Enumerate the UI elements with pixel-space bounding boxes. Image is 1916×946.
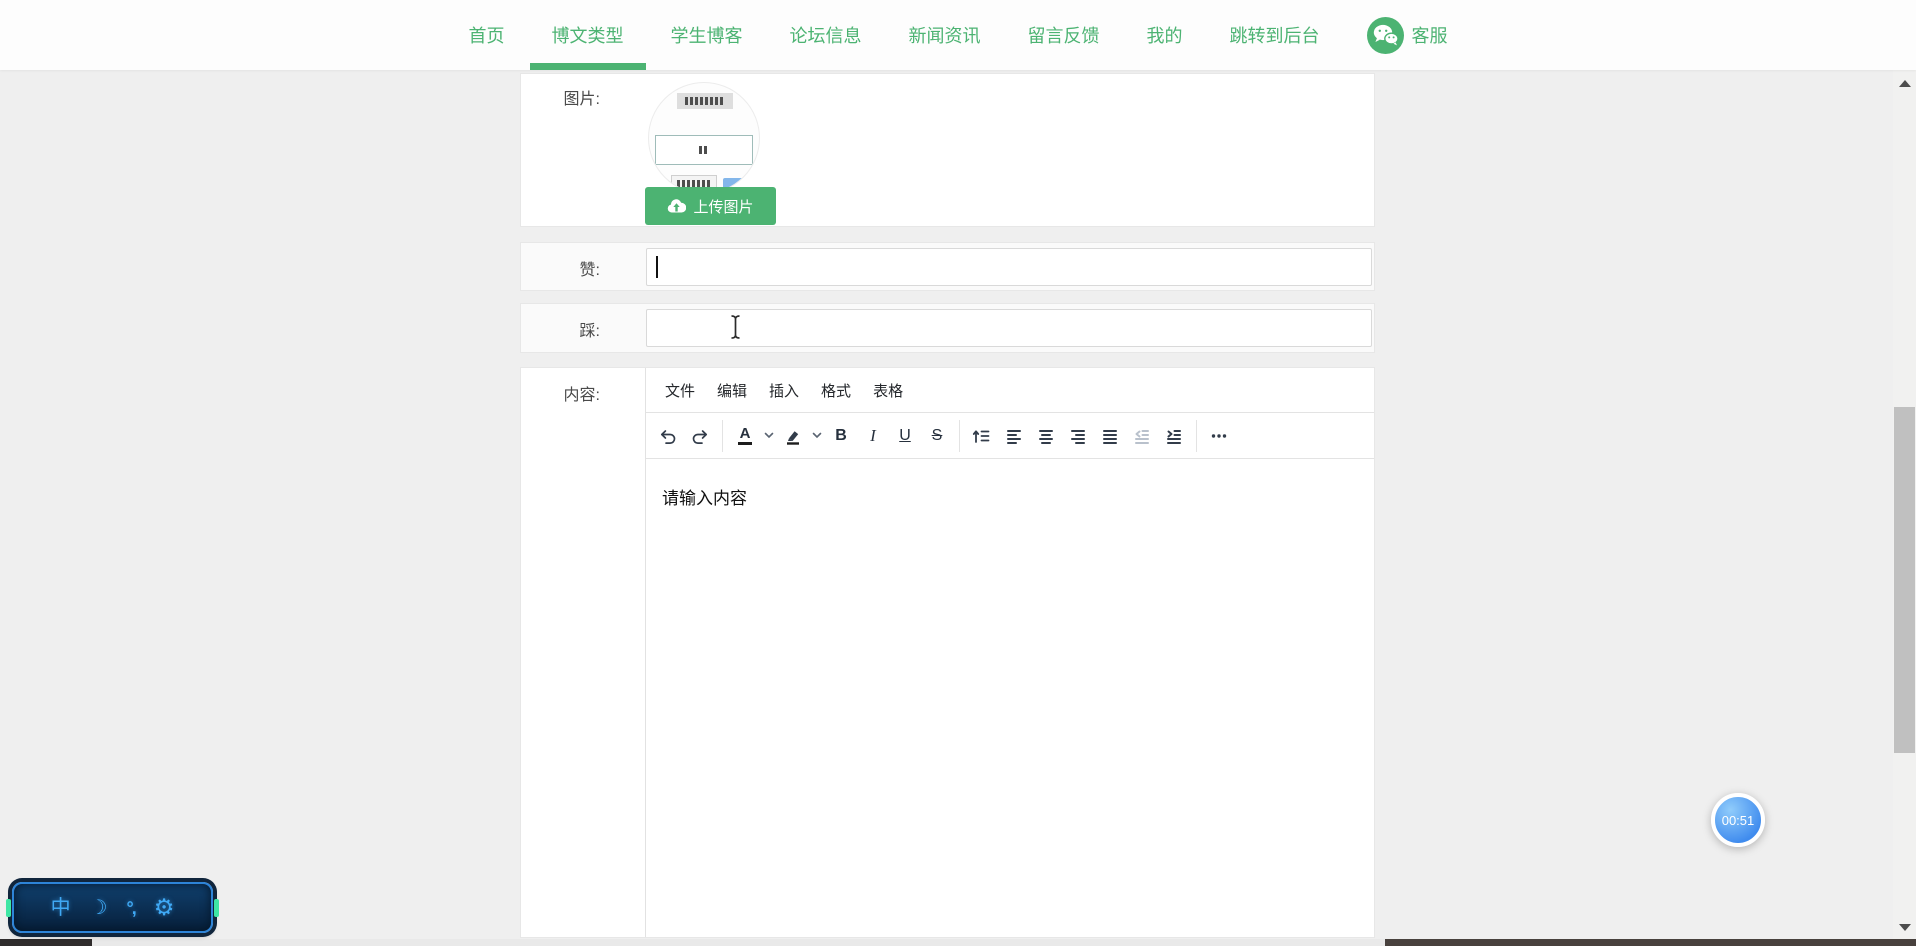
- toolbar-divider: [1196, 419, 1197, 452]
- underline-icon[interactable]: U: [889, 420, 921, 452]
- image-field-label: 图片:: [563, 91, 600, 108]
- like-field-label: 赞:: [579, 261, 600, 279]
- editor-content-text: 请输入内容: [662, 489, 747, 508]
- nav-item-label: 论坛信息: [789, 26, 862, 46]
- more-options-icon[interactable]: [1203, 420, 1235, 452]
- menu-file[interactable]: 文件: [654, 374, 706, 407]
- nav-item-news[interactable]: 新闻资讯: [909, 0, 981, 70]
- nav-item-student-blog[interactable]: 学生博客: [671, 0, 743, 70]
- align-left-icon[interactable]: [998, 420, 1030, 452]
- vertical-scrollbar[interactable]: [1893, 70, 1916, 939]
- preview-title-fragment: [677, 93, 733, 109]
- bottom-strip-right-dark: [1385, 939, 1916, 946]
- wechat-icon: [1366, 16, 1404, 54]
- like-input[interactable]: [646, 248, 1372, 286]
- scrollbar-thumb[interactable]: [1894, 407, 1915, 753]
- nav-item-label: 留言反馈: [1027, 26, 1100, 46]
- nav-item-label: 跳转到后台: [1229, 26, 1320, 46]
- form-row-image: 图片: 上传图片: [520, 73, 1375, 227]
- preview-input-fragment: [655, 135, 753, 165]
- editor-toolbar: A B I U S: [646, 413, 1374, 459]
- menu-format[interactable]: 格式: [810, 374, 862, 407]
- strikethrough-icon[interactable]: S: [921, 420, 953, 452]
- nav-item-blog-type[interactable]: 博文类型: [529, 0, 646, 70]
- text-color-icon[interactable]: A: [729, 420, 761, 452]
- nav-item-home[interactable]: 首页: [469, 0, 505, 70]
- ime-toolbar: 中 ☽ °, ⚙: [6, 882, 219, 933]
- ime-chinese-mode-icon[interactable]: 中: [51, 898, 71, 918]
- top-nav: 首页 博文类型 学生博客 论坛信息 新闻资讯 留言反馈 我的 跳转到后台 客服: [0, 0, 1916, 70]
- upload-image-button[interactable]: 上传图片: [645, 187, 776, 225]
- highlight-color-icon[interactable]: [777, 420, 809, 452]
- align-justify-icon[interactable]: [1094, 420, 1126, 452]
- nav-item-label: 新闻资讯: [908, 26, 981, 46]
- customer-service-label: 客服: [1411, 26, 1448, 46]
- text-color-dropdown-icon[interactable]: [761, 420, 777, 452]
- form-row-like: 赞:: [520, 242, 1375, 291]
- menu-table[interactable]: 表格: [862, 374, 914, 407]
- content-field-label: 内容:: [563, 387, 600, 404]
- rich-text-editor: 文件 编辑 插入 格式 表格 A B I U S 请输入内容: [645, 368, 1374, 937]
- form-row-dislike: 踩:: [520, 303, 1375, 353]
- editor-menubar: 文件 编辑 插入 格式 表格: [646, 368, 1374, 413]
- mouse-cursor-ibeam: [731, 315, 740, 339]
- dislike-field-label: 踩:: [579, 323, 600, 340]
- dislike-input[interactable]: [646, 309, 1372, 347]
- nav-item-feedback[interactable]: 留言反馈: [1028, 0, 1100, 70]
- nav-item-label: 博文类型: [551, 26, 624, 46]
- active-tab-underline: [529, 63, 646, 70]
- highlight-color-dropdown-icon[interactable]: [809, 420, 825, 452]
- align-center-icon[interactable]: [1030, 420, 1062, 452]
- menu-edit[interactable]: 编辑: [706, 374, 758, 407]
- bold-icon[interactable]: B: [825, 420, 857, 452]
- nav-item-label: 我的: [1146, 26, 1183, 46]
- text-caret: [656, 256, 658, 278]
- ime-punctuation-icon[interactable]: °,: [127, 899, 137, 917]
- ime-fullwidth-moon-icon[interactable]: ☽: [90, 898, 108, 918]
- outdent-icon[interactable]: [1126, 420, 1158, 452]
- editor-content-area[interactable]: 请输入内容: [646, 459, 1374, 534]
- nav-item-forum-info[interactable]: 论坛信息: [790, 0, 862, 70]
- redo-icon[interactable]: [684, 420, 716, 452]
- nav-item-customer-service[interactable]: 客服: [1366, 0, 1448, 70]
- ime-right-accent: [214, 898, 219, 917]
- scroll-up-arrow-icon[interactable]: [1899, 80, 1911, 87]
- indent-icon[interactable]: [1158, 420, 1190, 452]
- toolbar-divider: [722, 419, 723, 452]
- upload-image-label: 上传图片: [693, 198, 754, 216]
- page: 首页 博文类型 学生博客 论坛信息 新闻资讯 留言反馈 我的 跳转到后台 客服 …: [0, 0, 1916, 946]
- nav-item-goto-backend[interactable]: 跳转到后台: [1230, 0, 1320, 70]
- undo-icon[interactable]: [652, 420, 684, 452]
- nav-item-label: 学生博客: [670, 26, 743, 46]
- scroll-down-arrow-icon[interactable]: [1899, 924, 1911, 931]
- line-height-icon[interactable]: [966, 420, 998, 452]
- italic-icon[interactable]: I: [857, 420, 889, 452]
- cloud-upload-icon: [668, 199, 687, 213]
- ime-left-accent: [6, 898, 11, 917]
- image-preview: [648, 82, 760, 194]
- toolbar-divider: [959, 419, 960, 452]
- ime-settings-gear-icon[interactable]: ⚙: [154, 896, 175, 919]
- menu-insert[interactable]: 插入: [758, 374, 810, 407]
- bottom-strip-left-dark: [0, 939, 92, 946]
- nav-item-label: 首页: [468, 26, 505, 46]
- form-row-content: 内容: 文件 编辑 插入 格式 表格 A B I U S 请输入内容: [520, 367, 1375, 938]
- recording-timer-badge[interactable]: 00:51: [1711, 793, 1765, 847]
- timer-value: 00:51: [1721, 812, 1755, 828]
- align-right-icon[interactable]: [1062, 420, 1094, 452]
- nav-item-mine[interactable]: 我的: [1147, 0, 1183, 70]
